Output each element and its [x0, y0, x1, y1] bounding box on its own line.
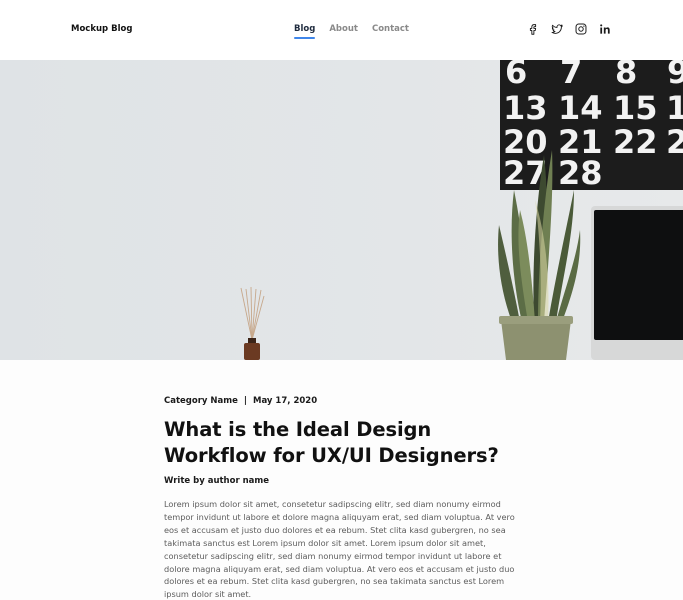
- hero-image: 6 7 8 9 13 14 15 16 20 21 22 23 27 28: [0, 60, 683, 360]
- article-meta: Category Name | May 17, 2020: [164, 396, 317, 406]
- article-body: Lorem ipsum dolor sit amet, consetetur s…: [164, 499, 515, 600]
- calendar-number: 16: [666, 89, 683, 127]
- calendar-number: 23: [666, 123, 683, 161]
- site-logo[interactable]: Mockup Blog: [71, 24, 132, 34]
- article-author: Write by author name: [164, 476, 270, 486]
- instagram-icon[interactable]: [574, 22, 588, 36]
- nav-item-about[interactable]: About: [329, 24, 358, 34]
- twitter-icon[interactable]: [550, 22, 564, 36]
- calendar-number: 8: [615, 60, 637, 91]
- nav-item-contact[interactable]: Contact: [372, 24, 409, 34]
- site-header: Mockup Blog Blog About Contact: [0, 0, 683, 60]
- calendar-number: 28: [558, 154, 603, 192]
- hero-illustration: 6 7 8 9 13 14 15 16 20 21 22 23 27 28: [0, 60, 683, 360]
- calendar-number: 15: [613, 89, 658, 127]
- calendar-number: 13: [503, 89, 548, 127]
- calendar-number: 7: [560, 60, 582, 91]
- facebook-icon[interactable]: [526, 22, 540, 36]
- article-title: What is the Ideal Design Workflow for UX…: [164, 418, 499, 467]
- calendar-number: 22: [613, 123, 658, 161]
- calendar-number: 9: [667, 60, 683, 91]
- nav-item-blog[interactable]: Blog: [294, 24, 316, 39]
- linkedin-icon[interactable]: [598, 22, 612, 36]
- category-label[interactable]: Category Name: [164, 396, 238, 406]
- calendar-number: 6: [505, 60, 527, 91]
- meta-separator: |: [243, 396, 247, 406]
- plant-pot: [501, 320, 571, 360]
- calendar-number: 14: [558, 89, 603, 127]
- post-date: May 17, 2020: [253, 396, 318, 406]
- social-links: [526, 22, 612, 36]
- main-nav: Blog About Contact: [294, 24, 409, 39]
- monitor: [591, 206, 683, 360]
